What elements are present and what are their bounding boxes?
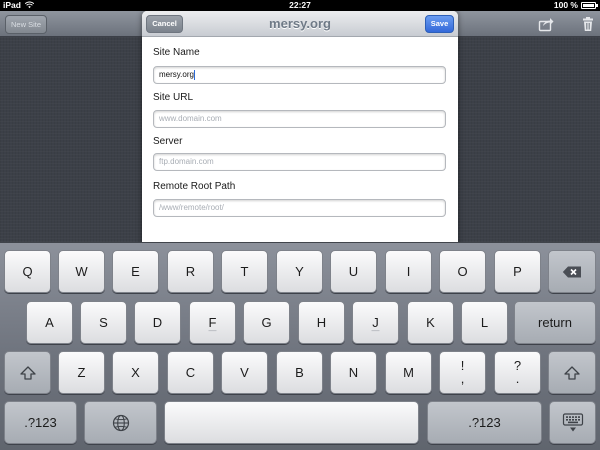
trash-icon[interactable] bbox=[580, 16, 596, 32]
new-site-button[interactable]: New Site bbox=[5, 15, 47, 34]
dismiss-keyboard-key[interactable] bbox=[549, 401, 596, 444]
key-n[interactable]: N bbox=[330, 351, 377, 394]
key-comma-label: , bbox=[460, 371, 465, 386]
key-u[interactable]: U bbox=[330, 250, 377, 293]
key-x[interactable]: X bbox=[112, 351, 159, 394]
key-i[interactable]: I bbox=[385, 250, 432, 293]
server-label: Server bbox=[153, 136, 183, 147]
site-name-label: Site Name bbox=[153, 47, 200, 58]
site-url-input[interactable]: www.domain.com bbox=[153, 110, 446, 128]
site-url-placeholder: www.domain.com bbox=[159, 114, 222, 123]
globe-key[interactable] bbox=[84, 401, 157, 444]
globe-icon bbox=[112, 414, 129, 431]
remote-root-path-input[interactable]: /www/remote/root/ bbox=[153, 199, 446, 217]
key-period-label: . bbox=[515, 371, 520, 386]
keyboard-dismiss-icon bbox=[562, 412, 583, 431]
key-y[interactable]: Y bbox=[276, 250, 323, 293]
edit-site-sheet: Cancel mersy.org Save Site Name mersy.or… bbox=[142, 11, 458, 247]
delete-key[interactable] bbox=[548, 250, 596, 293]
key-r[interactable]: R bbox=[167, 250, 214, 293]
status-time: 22:27 bbox=[289, 0, 311, 10]
key-h[interactable]: H bbox=[298, 301, 345, 344]
key-t[interactable]: T bbox=[221, 250, 268, 293]
key-p[interactable]: P bbox=[494, 250, 541, 293]
key-b[interactable]: B bbox=[276, 351, 323, 394]
sheet-navbar: Cancel mersy.org Save bbox=[142, 11, 458, 37]
key-v[interactable]: V bbox=[221, 351, 268, 394]
key-w[interactable]: W bbox=[58, 250, 105, 293]
battery-icon bbox=[581, 2, 598, 9]
numbers-key-right[interactable]: .?123 bbox=[427, 401, 542, 444]
share-icon[interactable] bbox=[538, 16, 554, 32]
status-bar: iPad 22:27 100 % bbox=[0, 0, 600, 11]
server-input[interactable]: ftp.domain.com bbox=[153, 153, 446, 171]
key-k[interactable]: K bbox=[407, 301, 454, 344]
shift-icon bbox=[19, 365, 36, 380]
key-a[interactable]: A bbox=[26, 301, 73, 344]
key-question-period[interactable]: ? . bbox=[494, 351, 541, 394]
key-exclamation-comma[interactable]: ! , bbox=[439, 351, 486, 394]
battery-percent: 100 % bbox=[553, 0, 578, 10]
text-caret bbox=[193, 69, 195, 80]
key-e[interactable]: E bbox=[112, 250, 159, 293]
key-d[interactable]: D bbox=[134, 301, 181, 344]
site-name-value: mersy.org bbox=[159, 70, 194, 79]
shift-icon bbox=[564, 365, 580, 380]
key-s[interactable]: S bbox=[80, 301, 127, 344]
key-j[interactable]: J — bbox=[352, 301, 399, 344]
return-key[interactable]: return bbox=[514, 301, 596, 344]
home-row-marker: — bbox=[208, 326, 217, 335]
key-o[interactable]: O bbox=[439, 250, 486, 293]
site-url-label: Site URL bbox=[153, 92, 194, 103]
remote-root-path-label: Remote Root Path bbox=[153, 181, 236, 192]
home-row-marker: — bbox=[371, 326, 380, 335]
key-l[interactable]: L bbox=[461, 301, 508, 344]
key-f[interactable]: F — bbox=[189, 301, 236, 344]
shift-key-left[interactable] bbox=[4, 351, 51, 394]
delete-icon bbox=[562, 266, 581, 277]
numbers-key-left[interactable]: .?123 bbox=[4, 401, 77, 444]
key-q[interactable]: Q bbox=[4, 250, 51, 293]
onscreen-keyboard: Q W E R T Y U I O P A S D F — G H J — K L … bbox=[0, 242, 600, 450]
shift-key-right[interactable] bbox=[548, 351, 596, 394]
space-bar[interactable] bbox=[164, 401, 419, 444]
remote-root-path-placeholder: /www/remote/root/ bbox=[159, 203, 224, 212]
key-z[interactable]: Z bbox=[58, 351, 105, 394]
key-c[interactable]: C bbox=[167, 351, 214, 394]
key-m[interactable]: M bbox=[385, 351, 432, 394]
server-placeholder: ftp.domain.com bbox=[159, 157, 214, 166]
sheet-title: mersy.org bbox=[269, 16, 331, 31]
key-g[interactable]: G bbox=[243, 301, 290, 344]
site-name-input[interactable]: mersy.org bbox=[153, 66, 446, 84]
save-button[interactable]: Save bbox=[425, 15, 454, 33]
